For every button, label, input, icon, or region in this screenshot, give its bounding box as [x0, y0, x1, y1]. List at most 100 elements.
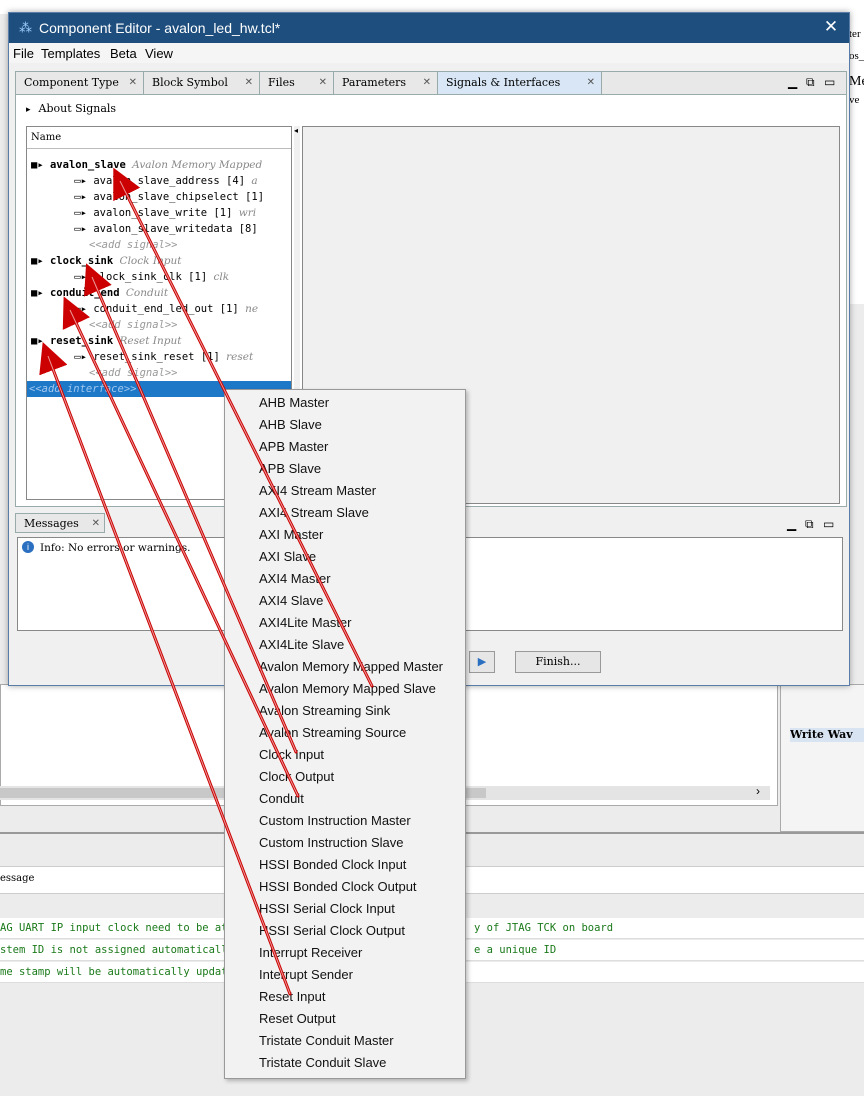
popup-menu-item[interactable]: HSSI Serial Clock Output — [225, 920, 465, 942]
signal-row[interactable]: ▭▸ avalon_slave_chipselect [1] — [27, 189, 291, 205]
popup-menu-item[interactable]: Conduit — [225, 788, 465, 810]
signal-row[interactable]: ▭▸ avalon_slave_write [1] wri — [27, 205, 291, 221]
popup-menu-item[interactable]: HSSI Bonded Clock Output — [225, 876, 465, 898]
tab-files[interactable]: Files ✕ — [260, 72, 334, 94]
signal-width: [1] — [200, 351, 220, 363]
menu-file[interactable]: File — [13, 46, 34, 61]
close-icon[interactable]: ✕ — [245, 72, 253, 94]
popup-menu-item[interactable]: Custom Instruction Master — [225, 810, 465, 832]
maximize-icon[interactable]: ▭ — [824, 75, 835, 89]
popup-menu-item[interactable]: Clock Output — [225, 766, 465, 788]
signal-width: [1] — [245, 191, 265, 203]
tab-component-type[interactable]: Component Type ✕ — [16, 72, 144, 94]
popup-menu-item[interactable]: Clock Input — [225, 744, 465, 766]
close-icon[interactable]: ✕ — [92, 514, 100, 534]
add-signal-row[interactable]: <<add signal>> — [27, 317, 291, 333]
signal-row[interactable]: ▭▸ conduit_end_led_out [1] ne — [27, 301, 291, 317]
signal-row[interactable]: ▭▸ avalon_slave_address [4] a — [27, 173, 291, 189]
log-text-right: y of JTAG TCK on board — [474, 922, 614, 934]
interface-row[interactable]: ■▸ avalon_slave Avalon Memory Mapped — [27, 157, 291, 173]
interface-row[interactable]: ■▸ conduit_end Conduit — [27, 285, 291, 301]
next-button[interactable]: ▶ — [469, 651, 495, 673]
menu-beta[interactable]: Beta — [110, 46, 137, 61]
popup-menu-item[interactable]: APB Slave — [225, 458, 465, 480]
title-bar[interactable]: ⁂ Component Editor - avalon_led_hw.tcl* … — [9, 13, 849, 43]
popup-menu-item[interactable]: HSSI Serial Clock Input — [225, 898, 465, 920]
signal-row[interactable]: ▭▸ avalon_slave_writedata [8] — [27, 221, 291, 237]
popup-menu-item[interactable]: AXI Master — [225, 524, 465, 546]
minimize-icon[interactable]: ▁ — [788, 75, 797, 89]
popup-menu-item[interactable]: Avalon Streaming Source — [225, 722, 465, 744]
popup-menu-item[interactable]: HSSI Bonded Clock Input — [225, 854, 465, 876]
tab-messages[interactable]: Messages ✕ — [15, 513, 105, 533]
collapse-arrow-icon[interactable]: ◂ — [294, 126, 298, 135]
finish-button[interactable]: Finish... — [515, 651, 601, 673]
popup-menu-item[interactable]: Tristate Conduit Slave — [225, 1052, 465, 1074]
log-text: stem ID is not assigned automatically — [0, 944, 234, 956]
popup-menu-item[interactable]: AXI4Lite Slave — [225, 634, 465, 656]
interface-type: Clock Input — [119, 255, 182, 267]
popup-menu-item[interactable]: AXI4 Stream Slave — [225, 502, 465, 524]
arrow-right-icon: ▶ — [477, 655, 487, 668]
close-icon[interactable]: ✕ — [423, 72, 431, 94]
popup-menu-item[interactable]: Interrupt Sender — [225, 964, 465, 986]
signal-port-icon: ▭▸ — [74, 191, 87, 203]
interface-row[interactable]: ■▸ clock_sink Clock Input — [27, 253, 291, 269]
popup-menu-item[interactable]: APB Master — [225, 436, 465, 458]
popup-menu-item[interactable]: AHB Master — [225, 392, 465, 414]
popup-menu-item[interactable]: Avalon Memory Mapped Slave — [225, 678, 465, 700]
popup-menu-item[interactable]: Tristate Conduit Master — [225, 1030, 465, 1052]
interface-icon: ■▸ — [31, 159, 44, 171]
tab-label: Files — [268, 76, 295, 89]
restore-icon[interactable]: ⧉ — [805, 517, 814, 532]
log-text-right: e a unique ID — [474, 944, 557, 956]
signal-role: a — [251, 175, 258, 187]
scroll-right-icon[interactable]: › — [756, 784, 760, 798]
popup-menu-item[interactable]: AXI Slave — [225, 546, 465, 568]
signal-width: [1] — [188, 271, 208, 283]
add-signal-label: <<add signal>> — [89, 319, 178, 331]
popup-menu-item[interactable]: AXI4 Slave — [225, 590, 465, 612]
maximize-icon[interactable]: ▭ — [823, 517, 834, 531]
menu-templates[interactable]: Templates — [41, 46, 100, 61]
minimize-icon[interactable]: ▁ — [787, 517, 796, 531]
add-signal-row[interactable]: <<add signal>> — [27, 365, 291, 381]
about-signals[interactable]: ▸ About Signals — [26, 102, 116, 115]
tree-header: Name — [27, 127, 291, 149]
signal-name: avalon_slave_writedata — [93, 223, 233, 235]
close-icon[interactable]: ✕ — [587, 72, 595, 94]
popup-menu-item[interactable]: AHB Slave — [225, 414, 465, 436]
tab-parameters[interactable]: Parameters ✕ — [334, 72, 438, 94]
menu-view[interactable]: View — [145, 46, 173, 61]
popup-menu-item[interactable]: Avalon Memory Mapped Master — [225, 656, 465, 678]
interface-row[interactable]: ■▸ reset_sink Reset Input — [27, 333, 291, 349]
popup-menu-item[interactable]: AXI4 Master — [225, 568, 465, 590]
popup-menu-item[interactable]: AXI4 Stream Master — [225, 480, 465, 502]
info-icon: i — [22, 541, 34, 553]
signal-port-icon: ▭▸ — [74, 207, 87, 219]
interface-name: clock_sink — [49, 255, 114, 267]
popup-menu-item[interactable]: Reset Output — [225, 1008, 465, 1030]
popup-menu-item[interactable]: Reset Input — [225, 986, 465, 1008]
restore-icon[interactable]: ⧉ — [806, 75, 815, 90]
signal-row[interactable]: ▭▸ clock_sink_clk [1] clk — [27, 269, 291, 285]
expand-arrow-icon[interactable]: ▸ — [26, 105, 31, 115]
tab-block-symbol[interactable]: Block Symbol ✕ — [144, 72, 260, 94]
interface-type: Conduit — [125, 287, 169, 299]
log-text: me stamp will be automatically update — [0, 966, 234, 978]
popup-menu-item[interactable]: Custom Instruction Slave — [225, 832, 465, 854]
menu-bar: File Templates Beta View — [9, 43, 849, 63]
close-icon[interactable]: ✕ — [821, 17, 841, 37]
tab-signals-interfaces[interactable]: Signals & Interfaces ✕ — [438, 72, 602, 94]
signal-row[interactable]: ▭▸ reset_sink_reset [1] reset — [27, 349, 291, 365]
popup-menu-item[interactable]: Avalon Streaming Sink — [225, 700, 465, 722]
close-icon[interactable]: ✕ — [319, 72, 327, 94]
tab-label: Parameters — [342, 76, 407, 89]
signal-name: avalon_slave_chipselect — [93, 191, 239, 203]
popup-menu-item[interactable]: Interrupt Receiver — [225, 942, 465, 964]
add-signal-row[interactable]: <<add signal>> — [27, 237, 291, 253]
popup-menu-item[interactable]: AXI4Lite Master — [225, 612, 465, 634]
info-message: Info: No errors or warnings. — [40, 542, 191, 554]
interface-type: Avalon Memory Mapped — [132, 159, 263, 171]
close-icon[interactable]: ✕ — [129, 72, 137, 94]
